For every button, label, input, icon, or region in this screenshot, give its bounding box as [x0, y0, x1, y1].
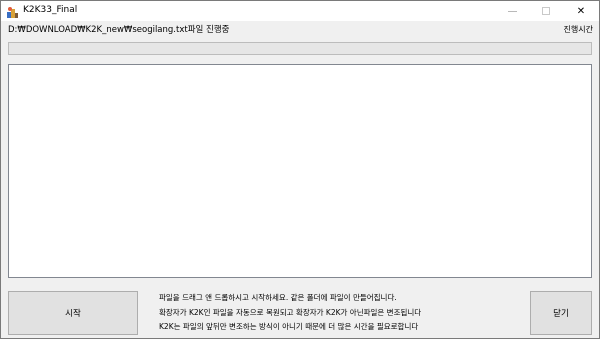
current-file-path: D:₩DOWNLOAD₩K2K_new₩seogilang.txt파일 진행중 [8, 25, 230, 35]
window-title: K2K33_Final [23, 5, 78, 15]
instruction-line: K2K는 파일의 앞뒤만 변조하는 방식이 아니기 때문에 더 많은 시간을 필… [159, 322, 419, 331]
start-button[interactable]: 시작 [8, 291, 138, 335]
progress-bar [8, 42, 592, 55]
maximize-button[interactable] [529, 1, 563, 21]
app-icon [6, 4, 19, 18]
instruction-line: 파일을 드래그 앤 드롭하시고 시작하세요. 같은 폴더에 파일이 만들어집니다… [159, 293, 397, 302]
instructions-text: 파일을 드래그 앤 드롭하시고 시작하세요. 같은 폴더에 파일이 만들어집니다… [159, 291, 519, 335]
start-button-label: 시작 [65, 309, 81, 319]
file-drop-area[interactable] [8, 64, 592, 278]
close-button-label: 닫기 [553, 309, 569, 319]
app-window: K2K33_Final ✕ D:₩DOWNLOAD₩K2K_new₩seogil… [0, 0, 600, 339]
instruction-line: 확장자가 K2K인 파일을 자동으로 복원되고 확장자가 K2K가 아닌파일은 … [159, 307, 422, 317]
minimize-icon [507, 10, 517, 12]
maximize-icon [542, 7, 550, 15]
close-window-button[interactable]: ✕ [564, 1, 598, 21]
status-row: D:₩DOWNLOAD₩K2K_new₩seogilang.txt파일 진행중 … [1, 21, 599, 39]
minimize-button[interactable] [495, 1, 529, 21]
title-bar[interactable]: K2K33_Final ✕ [1, 1, 599, 21]
close-button[interactable]: 닫기 [530, 291, 592, 335]
close-icon: ✕ [576, 5, 586, 17]
elapsed-time-label: 진행시간 [563, 25, 593, 34]
